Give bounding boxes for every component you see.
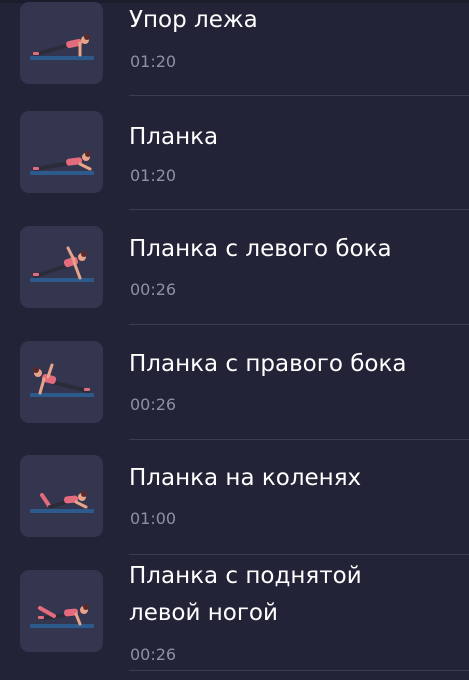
knee-plank-illustration [20, 455, 103, 537]
row-separator [129, 95, 469, 96]
exercise-row[interactable]: Планка с левого бока 00:26 [0, 214, 469, 329]
exercise-duration: 01:20 [130, 166, 177, 185]
exercise-row[interactable]: Планка с поднятой левой ногой 00:26 [0, 558, 469, 680]
exercise-duration: 00:26 [130, 645, 177, 664]
elbow-plank-illustration [20, 111, 103, 193]
exercise-duration: 01:00 [130, 509, 177, 528]
exercise-duration: 00:26 [130, 280, 177, 299]
row-separator [129, 439, 469, 440]
plank-leg-raise-illustration [20, 570, 103, 652]
row-separator [129, 670, 469, 671]
row-separator [129, 324, 469, 325]
exercise-title: Планка с левого бока [129, 236, 392, 262]
exercise-duration: 00:26 [130, 395, 177, 414]
row-separator [129, 209, 469, 210]
exercise-list-screen: Упор лежа 01:20 Планка 01:20 Планка с ле… [0, 0, 469, 680]
exercise-row[interactable]: Планка на коленях 01:00 [0, 443, 469, 558]
plank-push-up-illustration [20, 2, 103, 84]
exercise-title: Планка [129, 124, 219, 150]
exercise-row[interactable]: Планка 01:20 [0, 99, 469, 214]
exercise-title: Упор лежа [129, 7, 258, 33]
side-plank-right-illustration [20, 341, 103, 423]
exercise-title-line: левой ногой [129, 600, 278, 626]
exercise-title: Планка с поднятой левой ногой [129, 558, 459, 632]
row-separator [129, 554, 469, 555]
exercise-title-line: Планка с поднятой [129, 563, 362, 589]
side-plank-left-illustration [20, 226, 103, 308]
exercise-row[interactable]: Упор лежа 01:20 [0, 0, 469, 105]
exercise-duration: 01:20 [130, 52, 177, 71]
exercise-row[interactable]: Планка с правого бока 00:26 [0, 329, 469, 444]
exercise-title: Планка с правого бока [129, 351, 407, 377]
exercise-title: Планка на коленях [129, 465, 362, 491]
